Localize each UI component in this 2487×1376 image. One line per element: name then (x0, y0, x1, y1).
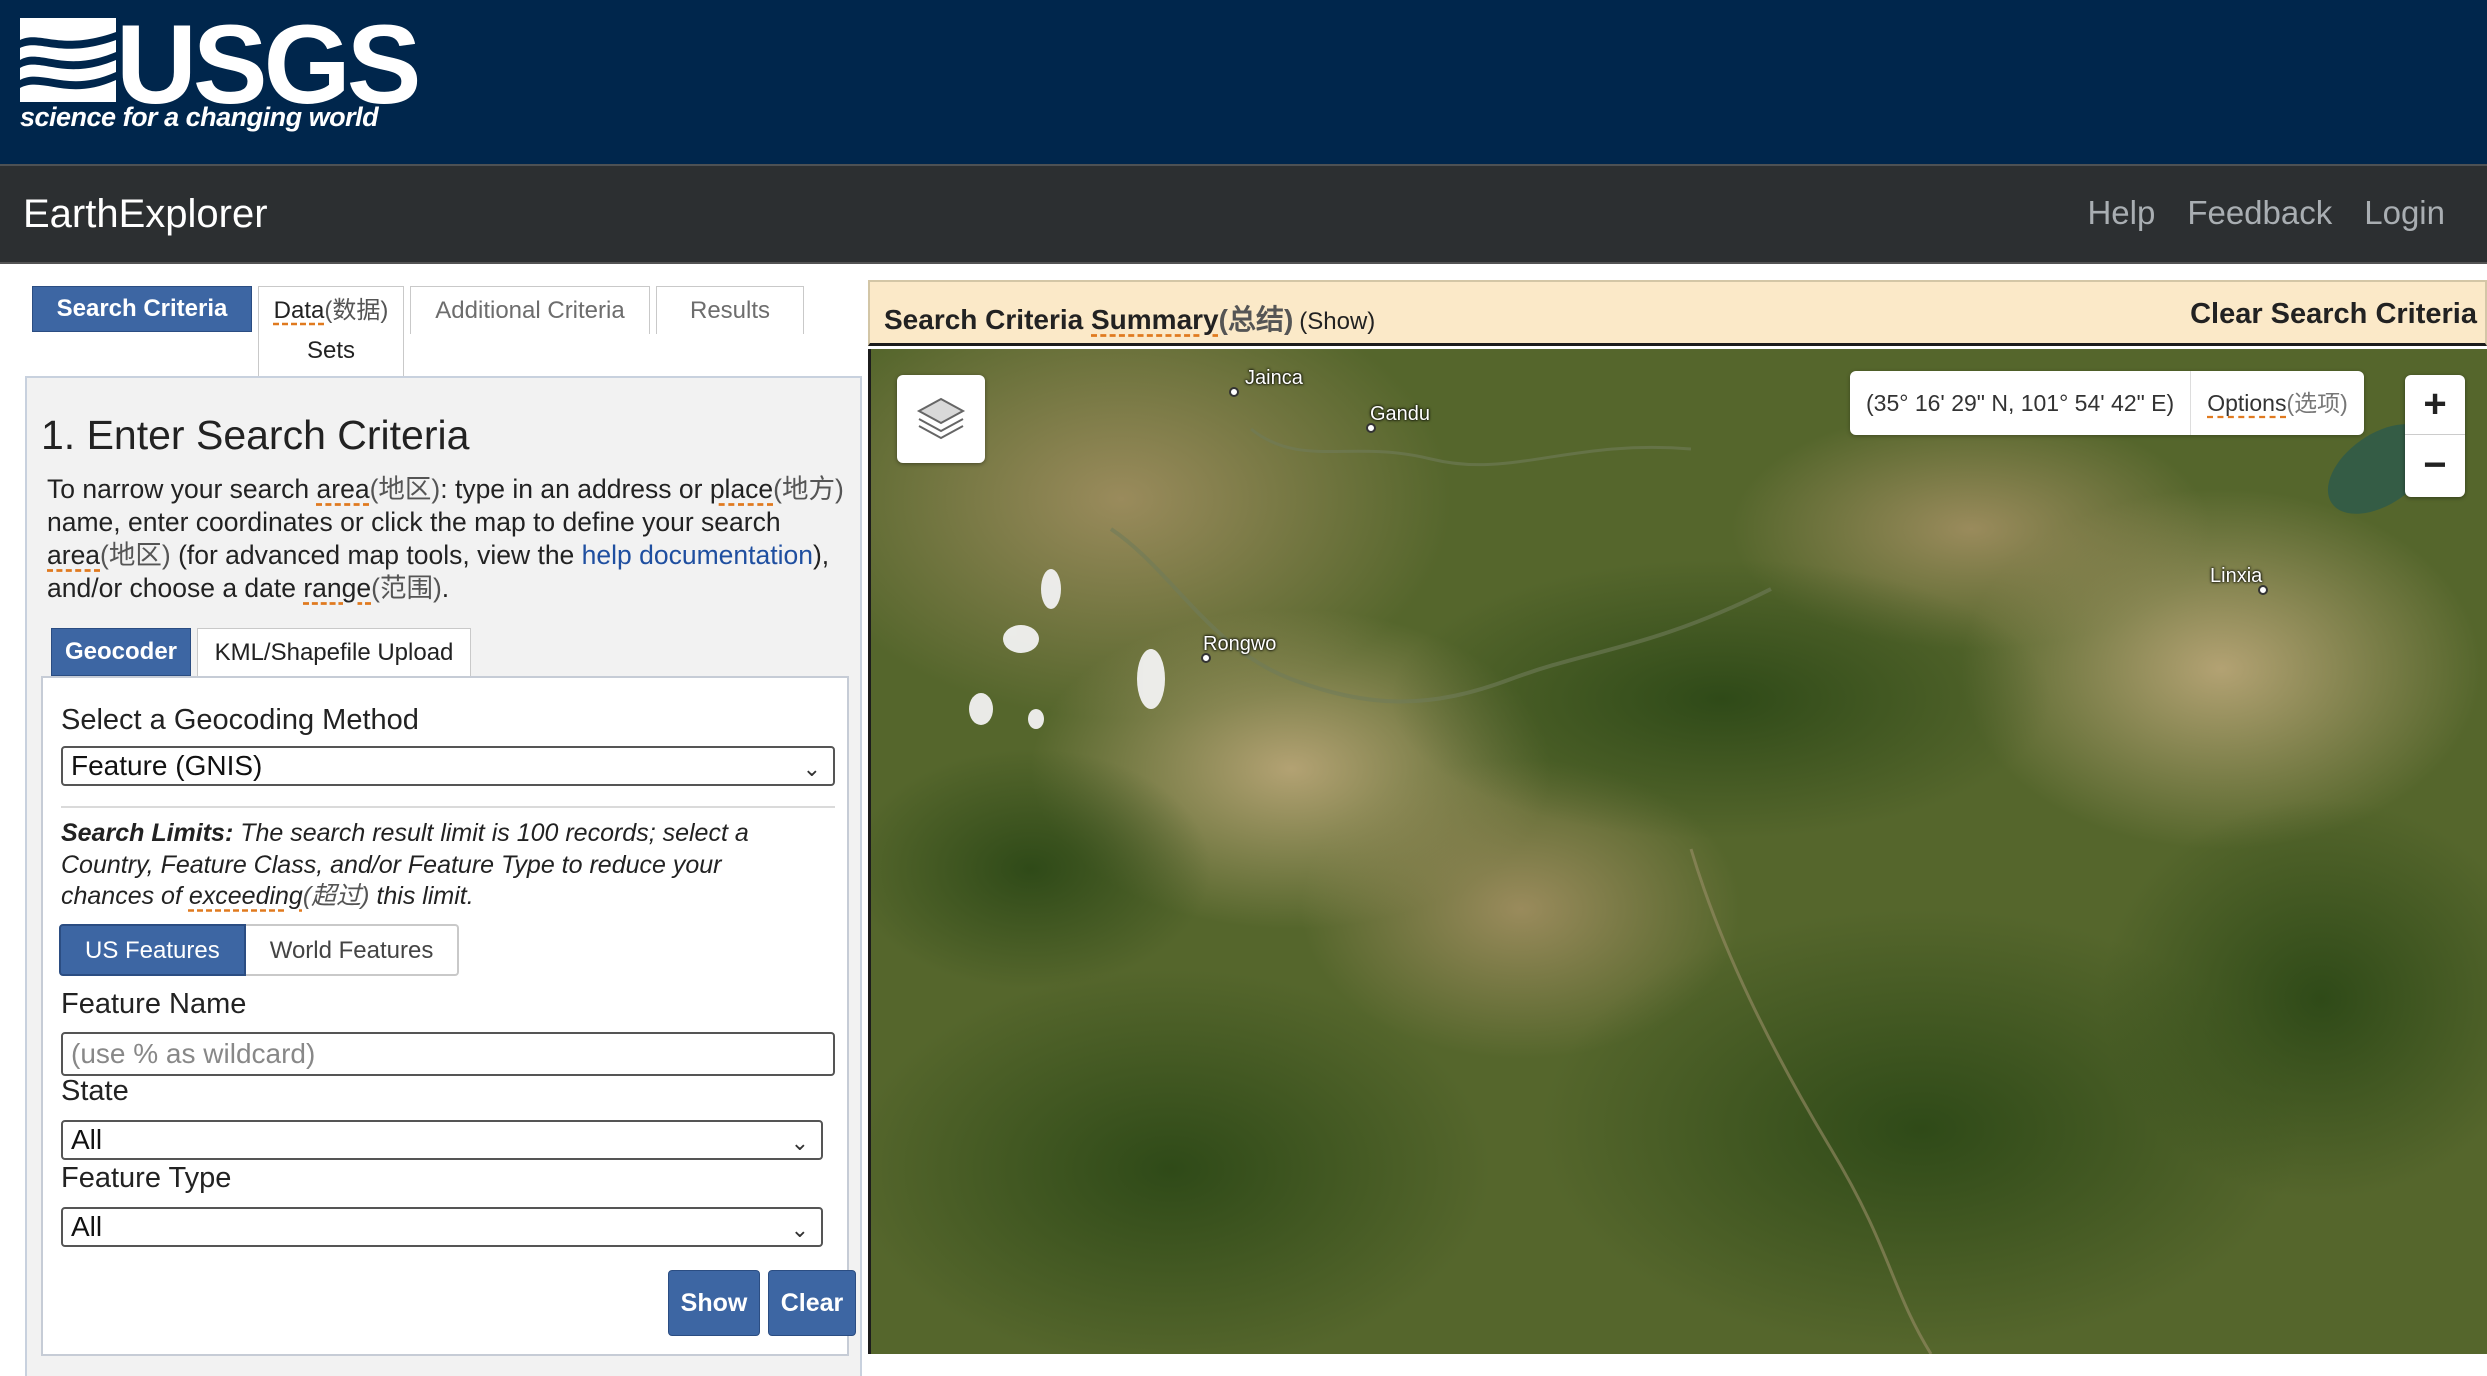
tab-data-sets[interactable]: Data(数据) Sets (258, 286, 404, 378)
usgs-wave-icon (20, 18, 116, 102)
usgs-banner: USGS science for a changing world (0, 0, 2487, 164)
feature-name-label: Feature Name (61, 988, 246, 1021)
feature-type-label: Feature Type (61, 1162, 231, 1195)
chevron-down-icon: ⌄ (791, 1212, 809, 1248)
summary-title-text: Search Criteria (884, 304, 1091, 335)
search-limits-text: Search Limits: The search result limit i… (61, 818, 821, 913)
tab-results[interactable]: Results (656, 286, 804, 334)
intro-part: (for advanced map tools, view the (171, 540, 582, 570)
layers-button[interactable] (897, 375, 985, 463)
feature-type-value: All (71, 1211, 102, 1242)
help-link[interactable]: Help (2087, 194, 2155, 232)
us-features-button[interactable]: US Features (59, 924, 246, 976)
show-button[interactable]: Show (668, 1270, 760, 1336)
feedback-link[interactable]: Feedback (2187, 194, 2332, 232)
intro-range-cjk: (范围) (371, 573, 442, 603)
search-limits-word: exceeding (189, 882, 303, 910)
step-title: 1. Enter Search Criteria (41, 412, 469, 459)
tab-search-criteria[interactable]: Search Criteria (32, 286, 252, 332)
intro-place-cjk: (地方) (773, 474, 844, 504)
search-limits-cjk: (超过) (303, 882, 370, 910)
place-name: Jainca (1245, 367, 1303, 390)
place-name: Rongwo (1203, 633, 1276, 656)
chevron-down-icon: ⌄ (791, 1125, 809, 1161)
tab-data-sets-word: Data (274, 297, 325, 324)
summary-title-cjk: (总结) (1219, 304, 1294, 335)
tab-data-sets-line2: Sets (259, 331, 403, 371)
search-criteria-panel: 1. Enter Search Criteria To narrow your … (25, 376, 862, 1376)
chevron-down-icon: ⌄ (803, 751, 821, 787)
intro-area-word: area (317, 474, 370, 504)
zoom-control: + − (2405, 375, 2465, 497)
intro-part: : type in an address or (440, 474, 710, 504)
world-features-button[interactable]: World Features (246, 924, 460, 976)
place-name: Gandu (1370, 403, 1430, 426)
app-title[interactable]: EarthExplorer (23, 192, 268, 237)
coordinate-box: (35° 16' 29" N, 101° 54' 42" E) Options(… (1850, 371, 2364, 435)
geocoding-method-label: Select a Geocoding Method (61, 704, 419, 737)
intro-area-cjk: (地区) (100, 540, 171, 570)
intro-area-cjk: (地区) (370, 474, 441, 504)
map-options-cjk: (选项) (2286, 390, 2347, 416)
clear-search-criteria-link[interactable]: Clear Search Criteria (2190, 298, 2477, 331)
geocoder-box: Select a Geocoding Method Feature (GNIS)… (41, 676, 849, 1356)
zoom-out-button[interactable]: − (2405, 436, 2465, 496)
state-label: State (61, 1075, 129, 1108)
state-value: All (71, 1124, 102, 1155)
intro-part: . (442, 573, 449, 603)
coordinate-readout: (35° 16' 29" N, 101° 54' 42" E) (1850, 371, 2191, 435)
clear-button[interactable]: Clear (768, 1270, 856, 1336)
tab-geocoder[interactable]: Geocoder (51, 628, 191, 676)
tab-kml-upload[interactable]: KML/Shapefile Upload (197, 628, 471, 676)
intro-range-word: range (303, 573, 371, 603)
map-options-word: Options (2207, 390, 2286, 416)
place-name: Linxia (2210, 565, 2262, 588)
login-link[interactable]: Login (2364, 194, 2445, 232)
geocoding-method-select[interactable]: Feature (GNIS) ⌄ (61, 746, 835, 786)
intro-area-word: area (47, 540, 100, 570)
zoom-in-button[interactable]: + (2405, 375, 2465, 435)
help-documentation-link[interactable]: help documentation (582, 540, 813, 570)
summary-title-word: Summary (1091, 304, 1219, 335)
summary-show-link[interactable]: (Show) (1299, 308, 1375, 335)
map-view[interactable]: Jainca Gandu Linxia Rongwo (35° 16' 29" … (868, 349, 2487, 1354)
search-criteria-summary-bar: Search Criteria Summary(总结)(Show) Clear … (868, 280, 2487, 346)
geocoding-method-value: Feature (GNIS) (71, 750, 262, 781)
intro-place-word: place (710, 474, 773, 504)
search-limits-part: this limit. (370, 882, 474, 910)
map-options-button[interactable]: Options(选项) (2191, 371, 2364, 435)
place-dot-icon (1229, 387, 1239, 397)
intro-text: To narrow your search area(地区): type in … (47, 473, 847, 605)
state-select[interactable]: All ⌄ (61, 1120, 823, 1160)
tab-additional-criteria[interactable]: Additional Criteria (410, 286, 650, 334)
intro-part: name, enter coordinates or click the map… (47, 507, 781, 537)
feature-name-input[interactable] (61, 1032, 835, 1076)
divider (61, 806, 835, 808)
satellite-terrain[interactable] (871, 349, 2487, 1354)
top-nav: Help Feedback Login (2087, 194, 2445, 232)
feature-toggle: US Features World Features (59, 924, 459, 976)
feature-type-select[interactable]: All ⌄ (61, 1207, 823, 1247)
tab-data-sets-cjk: (数据) (324, 297, 388, 324)
usgs-logo[interactable]: USGS science for a changing world (20, 14, 360, 144)
app-bar: EarthExplorer Help Feedback Login (0, 164, 2487, 264)
search-limits-label: Search Limits: (61, 819, 233, 847)
summary-title: Search Criteria Summary(总结)(Show) (884, 298, 1375, 338)
layers-icon (915, 395, 967, 443)
intro-part: To narrow your search (47, 474, 317, 504)
usgs-tagline: science for a changing world (20, 102, 378, 133)
